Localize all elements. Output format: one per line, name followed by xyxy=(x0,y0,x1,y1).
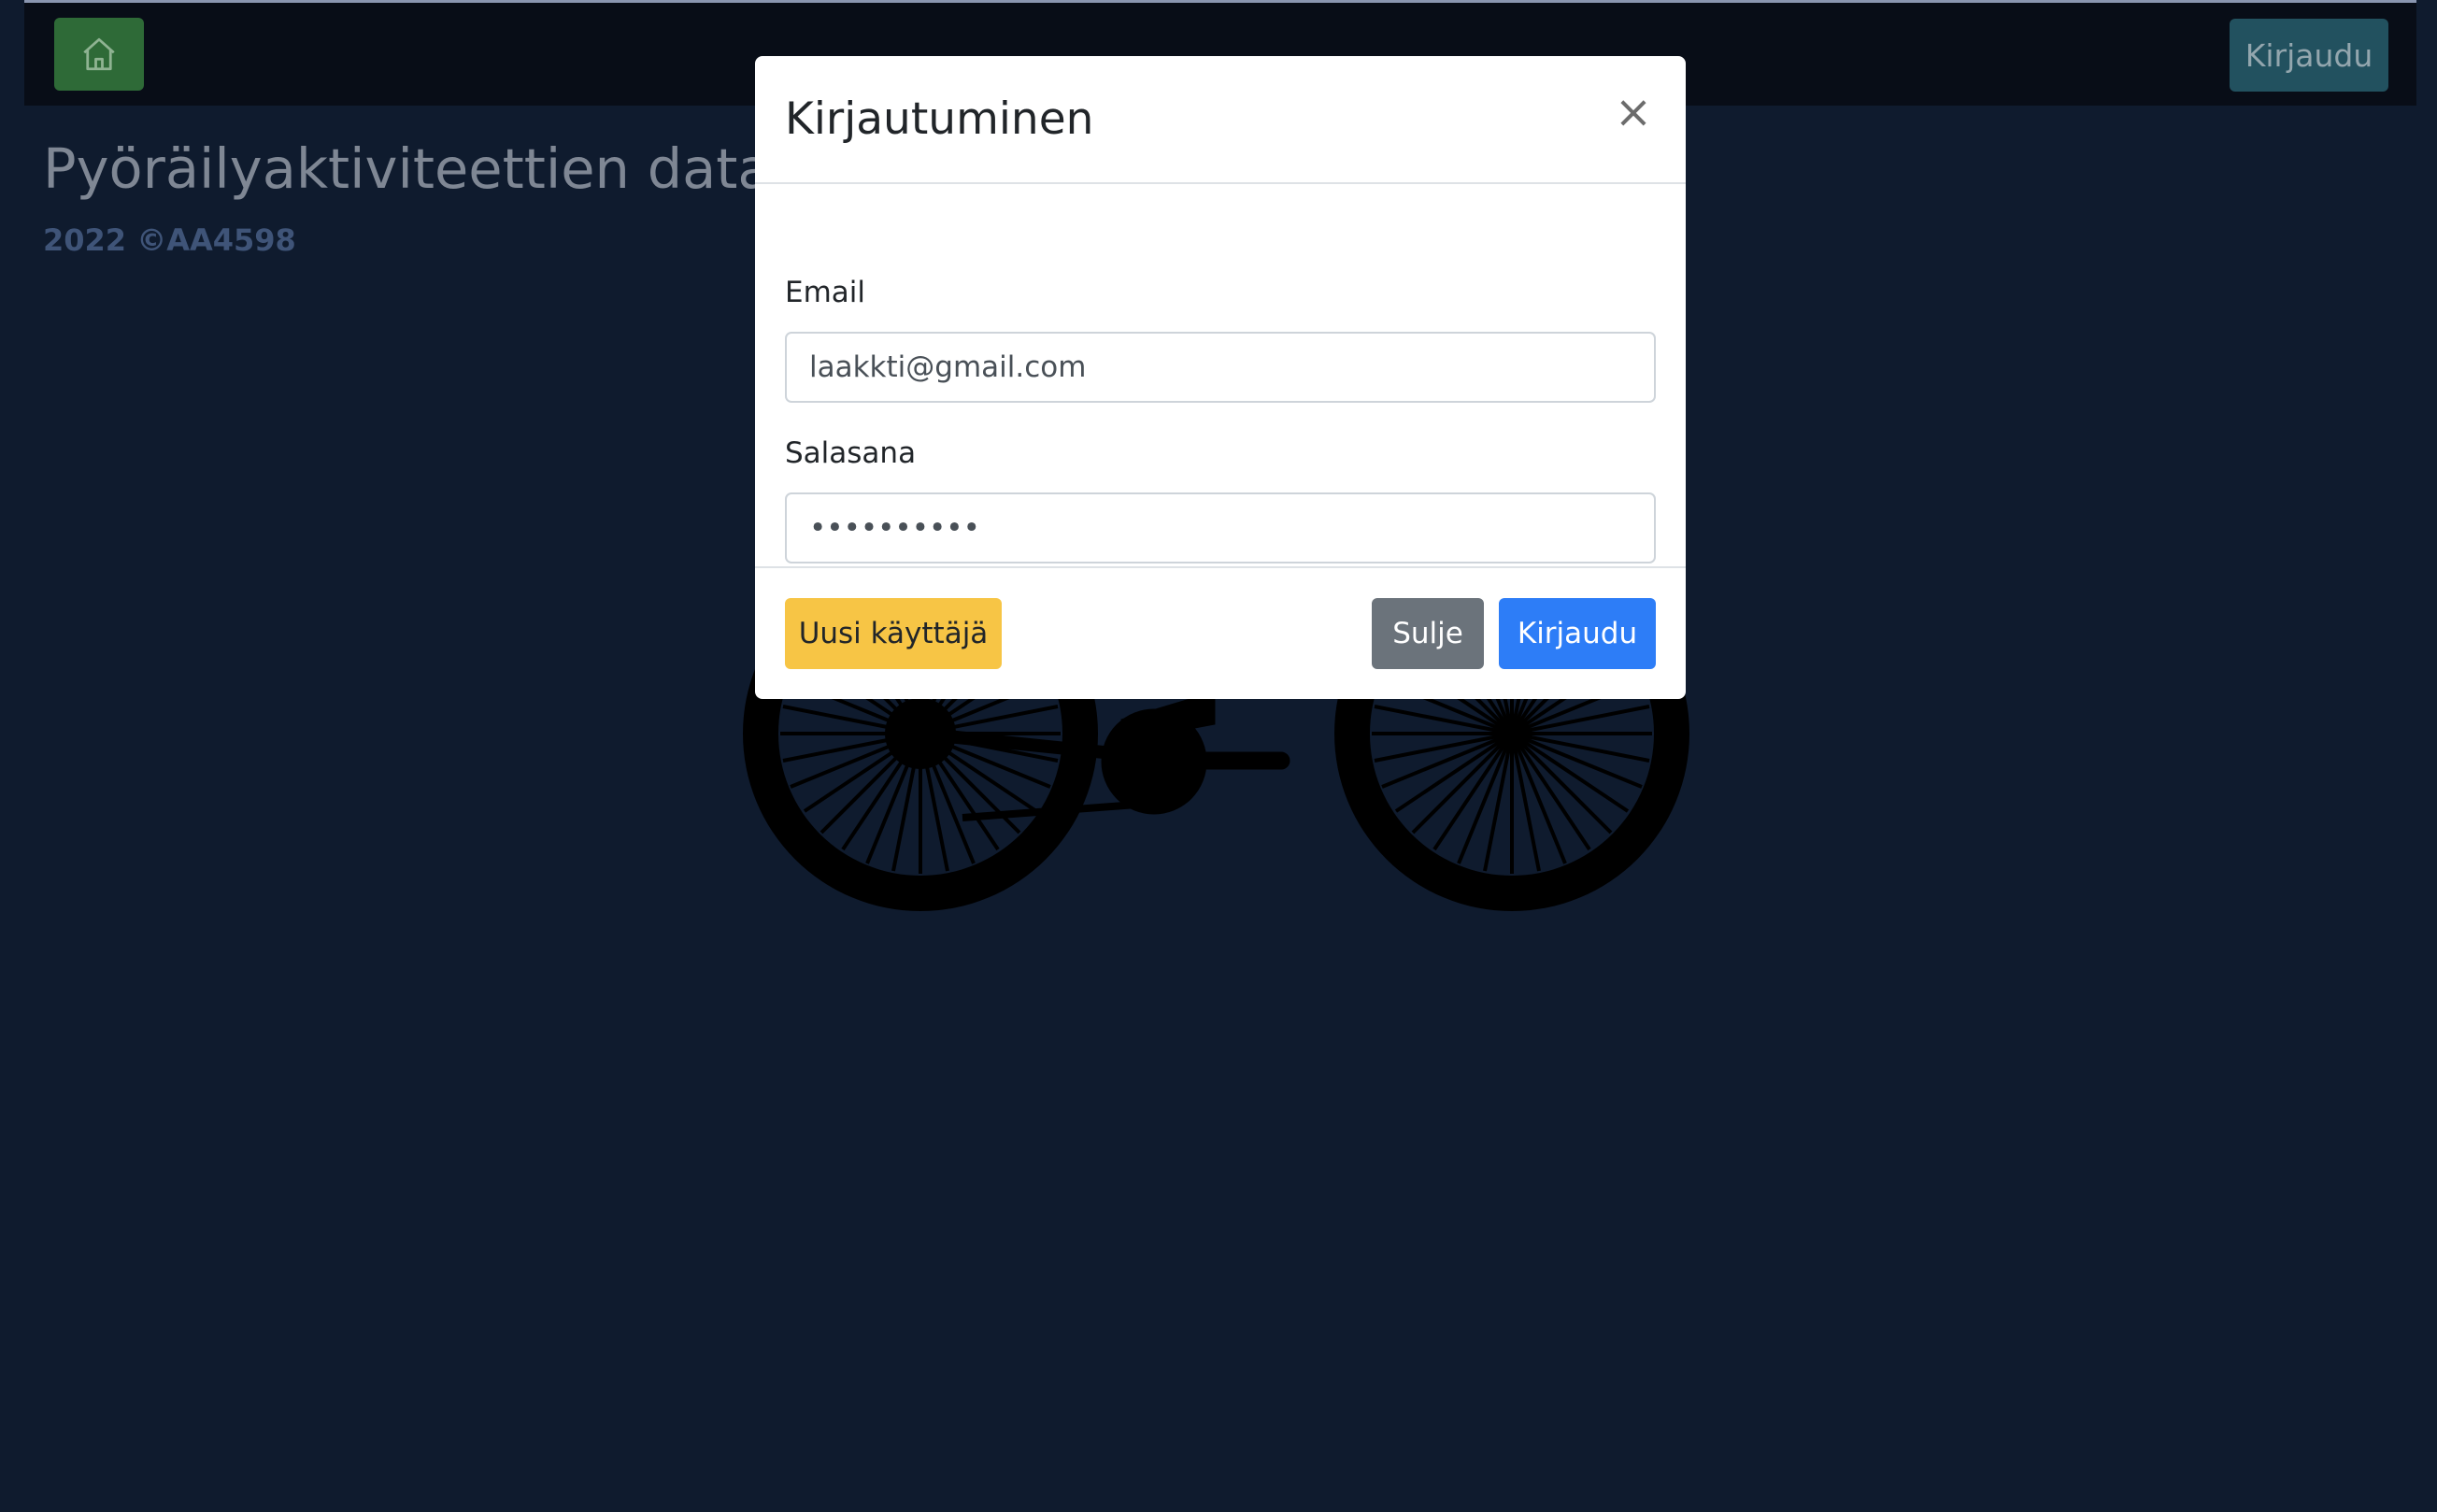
email-label: Email xyxy=(785,276,866,309)
close-icon[interactable]: × xyxy=(1613,90,1654,135)
password-label: Salasana xyxy=(785,436,917,470)
new-user-button[interactable]: Uusi käyttäjä xyxy=(785,598,1002,669)
modal-title: Kirjautuminen xyxy=(785,93,1094,145)
modal-header: Kirjautuminen × xyxy=(755,56,1686,184)
login-modal: Kirjautuminen × Email Salasana Uusi käyt… xyxy=(755,56,1686,699)
email-field[interactable] xyxy=(785,332,1656,403)
close-button[interactable]: Sulje xyxy=(1372,598,1484,669)
login-button[interactable]: Kirjaudu xyxy=(1499,598,1656,669)
password-field[interactable] xyxy=(785,492,1656,563)
page: Kirjaudu Pyöräilyaktiviteettien data-an … xyxy=(0,0,2437,1512)
modal-footer: Uusi käyttäjä Sulje Kirjaudu xyxy=(755,566,1686,699)
